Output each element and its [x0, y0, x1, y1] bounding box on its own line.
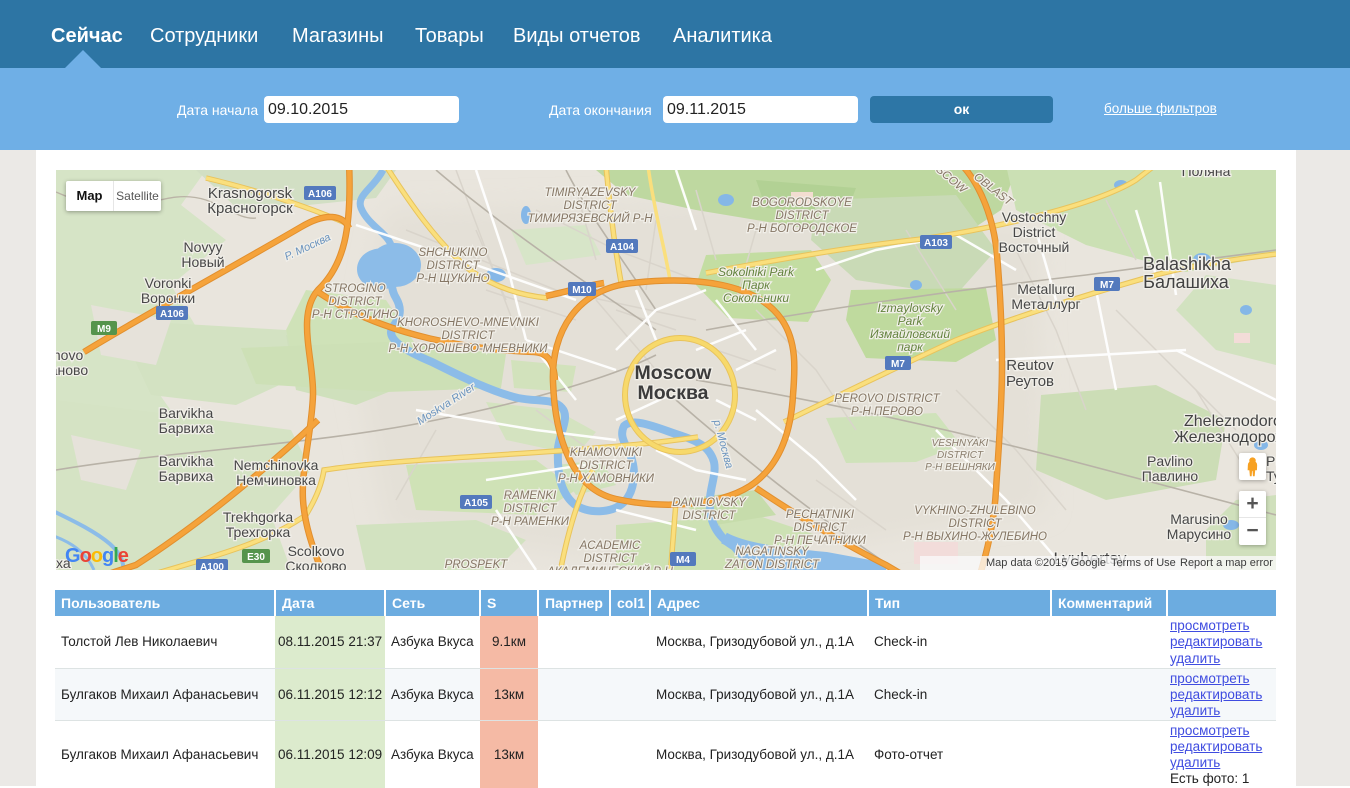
- svg-text:ZATON DISTRICT: ZATON DISTRICT: [724, 559, 820, 570]
- svg-text:Поляна: Поляна: [1182, 170, 1231, 179]
- svg-text:Сколково: Сколково: [285, 558, 346, 570]
- svg-text:DISTRICT: DISTRICT: [503, 503, 557, 515]
- svg-text:Pu: Pu: [1266, 453, 1276, 469]
- svg-text:PECHATNIKI: PECHATNIKI: [786, 509, 855, 521]
- svg-text:Moscow: Moscow: [635, 362, 713, 384]
- svg-text:A106: A106: [160, 309, 184, 320]
- svg-text:Новый: Новый: [181, 254, 224, 270]
- svg-text:Scolkovo: Scolkovo: [288, 543, 345, 559]
- svg-text:RAMENKI: RAMENKI: [504, 490, 557, 502]
- svg-text:VYKHINO-ZHULEBINO: VYKHINO-ZHULEBINO: [914, 505, 1035, 517]
- svg-text:Р-Н ХАМОВНИКИ: Р-Н ХАМОВНИКИ: [558, 473, 655, 485]
- svg-text:Zheleznodoroz: Zheleznodoroz: [1184, 413, 1276, 430]
- svg-text:KHAMOVNIKI: KHAMOVNIKI: [570, 447, 643, 459]
- svg-text:Р-Н ЩУКИНО: Р-Н ЩУКИНО: [416, 273, 489, 285]
- svg-text:DISTRICT: DISTRICT: [682, 510, 736, 522]
- svg-text:DISTRICT: DISTRICT: [775, 210, 829, 222]
- svg-text:ТИМИРЯЗЕВСКИЙ Р-Н: ТИМИРЯЗЕВСКИЙ Р-Н: [527, 212, 653, 225]
- svg-text:NAGATINSKY: NAGATINSKY: [735, 546, 810, 558]
- svg-text:lanovo: lanovo: [56, 347, 83, 363]
- svg-text:M9: M9: [97, 324, 111, 335]
- svg-text:Р-Н ПЕРОВО: Р-Н ПЕРОВО: [851, 406, 923, 418]
- svg-text:STROGINO: STROGINO: [324, 283, 385, 295]
- svg-text:DISTRICT: DISTRICT: [441, 330, 495, 342]
- svg-text:A100: A100: [200, 562, 224, 570]
- svg-text:M4: M4: [676, 555, 690, 566]
- svg-text:DISTRICT: DISTRICT: [583, 553, 637, 565]
- svg-text:Metallurg: Metallurg: [1017, 281, 1075, 297]
- svg-text:M7: M7: [1100, 280, 1114, 291]
- svg-text:Р-Н ВЕШНЯКИ: Р-Н ВЕШНЯКИ: [925, 462, 995, 473]
- svg-text:Park: Park: [898, 314, 924, 328]
- svg-text:ACADEMIC: ACADEMIC: [579, 540, 641, 552]
- svg-text:Voronki: Voronki: [145, 275, 192, 291]
- svg-text:Парк: Парк: [742, 278, 771, 292]
- svg-text:Novyy: Novyy: [184, 239, 223, 255]
- svg-text:Металлург: Металлург: [1011, 296, 1080, 312]
- svg-text:Pavlino: Pavlino: [1147, 453, 1193, 469]
- svg-text:Nemchinovka: Nemchinovka: [234, 457, 319, 473]
- svg-text:DANILOVSKY: DANILOVSKY: [672, 497, 747, 509]
- svg-text:M7: M7: [891, 359, 905, 370]
- svg-text:Barvikha: Barvikha: [159, 405, 214, 421]
- svg-text:парк: парк: [897, 340, 924, 354]
- svg-text:Реутов: Реутов: [1006, 373, 1054, 390]
- svg-text:Железнодорож: Железнодорож: [1174, 429, 1276, 446]
- svg-text:DISTRICT: DISTRICT: [579, 460, 633, 472]
- svg-text:District: District: [1013, 224, 1056, 240]
- svg-text:Сокольники: Сокольники: [723, 291, 789, 305]
- svg-text:АКАДЕМИЧЕСКИЙ Р-Н: АКАДЕМИЧЕСКИЙ Р-Н: [546, 565, 673, 570]
- svg-text:Барвиха: Барвиха: [159, 468, 214, 484]
- svg-text:DISTRICT: DISTRICT: [793, 522, 847, 534]
- svg-text:Павлино: Павлино: [1142, 468, 1199, 484]
- svg-text:M10: M10: [572, 285, 592, 296]
- svg-text:Красногорск: Красногорск: [207, 200, 293, 217]
- svg-text:Марусино: Марусино: [1167, 526, 1232, 542]
- svg-text:BOGORODSKOYE: BOGORODSKOYE: [752, 197, 852, 209]
- svg-text:Trekhgorka: Trekhgorka: [223, 509, 294, 525]
- svg-text:DISTRICT: DISTRICT: [948, 518, 1002, 530]
- svg-text:Измайловский: Измайловский: [870, 327, 950, 341]
- svg-text:VESHNYAKI: VESHNYAKI: [932, 438, 989, 449]
- svg-text:наново: наново: [56, 362, 88, 378]
- svg-text:Ту: Ту: [1266, 468, 1276, 484]
- svg-text:A104: A104: [610, 242, 634, 253]
- svg-text:Reutov: Reutov: [1006, 357, 1054, 374]
- svg-text:Р-Н РАМЕНКИ: Р-Н РАМЕНКИ: [491, 516, 570, 528]
- svg-text:Восточный: Восточный: [999, 239, 1070, 255]
- svg-text:Трехгорка: Трехгорка: [226, 524, 291, 540]
- svg-text:Барвиха: Барвиха: [159, 420, 214, 436]
- svg-text:Barvikha: Barvikha: [159, 453, 214, 469]
- svg-text:PEROVO DISTRICT: PEROVO DISTRICT: [834, 393, 940, 405]
- svg-text:A103: A103: [924, 238, 948, 249]
- svg-text:DISTRICT: DISTRICT: [563, 200, 617, 212]
- svg-text:Vostochny: Vostochny: [1002, 209, 1067, 225]
- svg-text:Воронки: Воронки: [141, 290, 195, 306]
- svg-text:TIMIRYAZEVSKY: TIMIRYAZEVSKY: [545, 187, 637, 199]
- svg-text:Москва: Москва: [637, 382, 708, 404]
- svg-text:Marusino: Marusino: [1170, 511, 1228, 527]
- svg-text:E30: E30: [247, 552, 265, 563]
- svg-text:KHOROSHEVO-MNEVNIKI: KHOROSHEVO-MNEVNIKI: [397, 317, 540, 329]
- svg-text:Balashikha: Balashikha: [1143, 254, 1232, 274]
- svg-text:A106: A106: [308, 189, 332, 200]
- svg-text:SHCHUKINO: SHCHUKINO: [418, 247, 487, 259]
- svg-text:Балашиха: Балашиха: [1143, 272, 1230, 292]
- svg-text:Izmaylovsky: Izmaylovsky: [877, 301, 943, 315]
- svg-text:Р-Н ХОРОШЕВО-МНЕВНИКИ: Р-Н ХОРОШЕВО-МНЕВНИКИ: [388, 343, 548, 355]
- svg-text:Р-Н ВЫХИНО-ЖУЛЕБИНО: Р-Н ВЫХИНО-ЖУЛЕБИНО: [903, 531, 1047, 543]
- svg-text:DISTRICT: DISTRICT: [426, 260, 480, 272]
- svg-text:A105: A105: [464, 498, 488, 509]
- svg-text:PROSPEKT: PROSPEKT: [445, 559, 509, 570]
- svg-text:Р-Н СТРОГИНО: Р-Н СТРОГИНО: [312, 309, 398, 321]
- svg-text:Sokolniki Park: Sokolniki Park: [718, 265, 795, 279]
- svg-text:DISTRICT: DISTRICT: [937, 450, 984, 461]
- svg-text:Р-Н БОГОРОДСКОЕ: Р-Н БОГОРОДСКОЕ: [747, 223, 857, 235]
- svg-text:DISTRICT: DISTRICT: [328, 296, 382, 308]
- svg-text:Немчиновка: Немчиновка: [236, 472, 316, 488]
